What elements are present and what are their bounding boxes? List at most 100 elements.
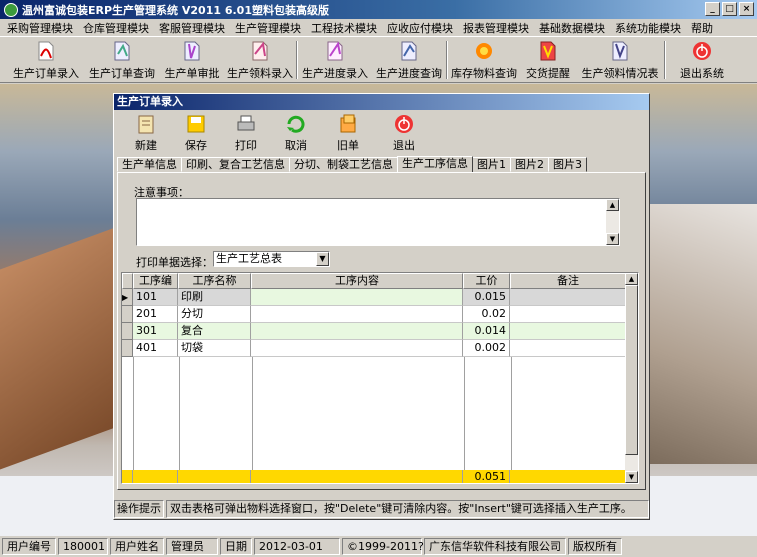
cell-process-no[interactable]: 101: [133, 289, 178, 306]
cell-process-name[interactable]: 复合: [178, 323, 251, 340]
order-approval-button[interactable]: 生产单审批: [160, 39, 224, 81]
order-entry-button[interactable]: 生产订单录入: [10, 39, 82, 81]
menu-reports[interactable]: 报表管理模块: [458, 20, 534, 36]
cell-process-content[interactable]: [251, 306, 463, 323]
scroll-up-arrow-icon[interactable]: ▲: [625, 273, 638, 285]
menu-help[interactable]: 帮助: [686, 20, 718, 36]
chevron-down-icon[interactable]: ▼: [316, 252, 329, 266]
cell-process-no[interactable]: 301: [133, 323, 178, 340]
approve-document-icon: [184, 41, 200, 61]
cell-process-no[interactable]: 401: [133, 340, 178, 357]
col-remarks[interactable]: 备注: [510, 273, 626, 289]
exit-system-button[interactable]: 退出系统: [674, 39, 730, 81]
status-user-name-label: 用户姓名: [110, 538, 164, 555]
tab-image-1[interactable]: 图片1: [472, 157, 511, 172]
progress-query-button[interactable]: 生产进度查询: [376, 39, 442, 81]
menu-system[interactable]: 系统功能模块: [610, 20, 686, 36]
table-row[interactable]: 201 分切 0.02: [122, 306, 626, 323]
total-cell: [133, 470, 178, 483]
col-process-content[interactable]: 工序内容: [251, 273, 463, 289]
grid-scrollbar[interactable]: ▲ ▼: [625, 273, 638, 483]
new-button[interactable]: 新建: [123, 113, 169, 153]
child-toolbar: 新建 保存 打印 取消 旧单 退出: [115, 111, 648, 153]
print-button[interactable]: 打印: [223, 113, 269, 153]
new-document-icon: [138, 115, 154, 134]
cell-remarks[interactable]: [510, 306, 626, 323]
cell-unit-price[interactable]: 0.014: [463, 323, 510, 340]
printer-icon: [237, 115, 255, 131]
cell-process-content[interactable]: [251, 323, 463, 340]
cell-process-no[interactable]: 201: [133, 306, 178, 323]
grid-total-row: 0.051: [122, 470, 626, 483]
exit-icon: [693, 42, 711, 60]
tab-image-3[interactable]: 图片3: [548, 157, 587, 172]
cancel-button[interactable]: 取消: [273, 113, 319, 153]
menu-production[interactable]: 生产管理模块: [230, 20, 306, 36]
scroll-up-arrow-icon[interactable]: ▲: [606, 199, 619, 211]
status-company: 广东信华软件科技有限公司: [424, 538, 566, 555]
delivery-reminder-button[interactable]: 交货提醒: [522, 39, 574, 81]
menu-warehouse[interactable]: 仓库管理模块: [78, 20, 154, 36]
status-rights: 版权所有: [568, 538, 622, 555]
col-process-no[interactable]: 工序编号: [133, 273, 178, 301]
old-orders-icon: [340, 114, 356, 133]
cell-unit-price[interactable]: 0.015: [463, 289, 510, 306]
cell-process-name[interactable]: 印刷: [178, 289, 251, 306]
column-divider: [252, 357, 253, 470]
notes-textarea[interactable]: ▲ ▼: [136, 198, 620, 246]
col-unit-price[interactable]: 工价: [463, 273, 510, 289]
minimize-button[interactable]: _: [705, 2, 720, 16]
menu-receivables[interactable]: 应收应付模块: [382, 20, 458, 36]
progress-entry-button[interactable]: 生产进度录入: [300, 39, 370, 81]
tab-order-info[interactable]: 生产单信息: [117, 157, 182, 172]
order-query-button[interactable]: 生产订单查询: [86, 39, 158, 81]
cell-remarks[interactable]: [510, 340, 626, 357]
cell-process-name[interactable]: 分切: [178, 306, 251, 323]
tab-image-2[interactable]: 图片2: [510, 157, 549, 172]
exit-icon: [395, 115, 413, 133]
menu-engineering[interactable]: 工程技术模块: [306, 20, 382, 36]
window-title: 温州富诚包装ERP生产管理系统 V2011 6.01塑料包装高级版: [22, 3, 329, 17]
cell-process-content[interactable]: [251, 289, 463, 306]
column-divider: [511, 357, 512, 470]
material-pickup-icon: [252, 41, 268, 61]
material-pickup-button[interactable]: 生产领料录入: [226, 39, 294, 81]
material-report-button[interactable]: 生产领料情况表: [580, 39, 660, 81]
document-search-icon: [114, 41, 130, 61]
exit-button[interactable]: 退出: [381, 113, 427, 153]
save-icon: [187, 115, 205, 133]
scroll-down-arrow-icon[interactable]: ▼: [625, 471, 638, 483]
tab-slitting-bagging[interactable]: 分切、制袋工艺信息: [289, 157, 398, 172]
col-process-name[interactable]: 工序名称: [178, 273, 251, 289]
old-orders-button[interactable]: 旧单: [325, 113, 371, 153]
table-row[interactable]: ▶ 101 印刷 0.015: [122, 289, 626, 306]
maximize-button[interactable]: □: [722, 2, 737, 16]
cell-process-content[interactable]: [251, 340, 463, 357]
cell-unit-price[interactable]: 0.02: [463, 306, 510, 323]
app-icon: [4, 2, 18, 17]
process-panel: 注意事项： ▲ ▼ 打印单据选择： 生产工艺总表 ▼ 工序编号 工序名称 工序内…: [117, 172, 646, 490]
save-button[interactable]: 保存: [173, 113, 219, 153]
close-button[interactable]: ×: [739, 2, 754, 16]
cell-unit-price[interactable]: 0.002: [463, 340, 510, 357]
toolbar-separator: [296, 41, 298, 79]
menu-purchase[interactable]: 采购管理模块: [2, 20, 78, 36]
table-row[interactable]: 401 切袋 0.002: [122, 340, 626, 357]
cancel-icon: [287, 115, 305, 133]
cell-remarks[interactable]: [510, 323, 626, 340]
menu-base-data[interactable]: 基础数据模块: [534, 20, 610, 36]
main-toolbar: 生产订单录入 生产订单查询 生产单审批 生产领料录入 生产进度录入 生产进度查询…: [0, 36, 757, 83]
notes-scrollbar[interactable]: ▲ ▼: [606, 199, 619, 245]
inventory-query-button[interactable]: 库存物料查询: [450, 39, 518, 81]
cell-remarks[interactable]: [510, 289, 626, 306]
scroll-down-arrow-icon[interactable]: ▼: [606, 233, 619, 245]
table-row[interactable]: 301 复合 0.014: [122, 323, 626, 340]
cell-process-name[interactable]: 切袋: [178, 340, 251, 357]
menu-customer-service[interactable]: 客服管理模块: [154, 20, 230, 36]
tab-process-info[interactable]: 生产工序信息: [397, 156, 473, 172]
scroll-thumb[interactable]: [625, 285, 638, 455]
status-bar: 用户编号 180001 用户姓名 管理员 日期 2012-03-01 ©1999…: [0, 536, 757, 557]
tab-print-lamination[interactable]: 印刷、复合工艺信息: [181, 157, 290, 172]
title-bar: 温州富诚包装ERP生产管理系统 V2011 6.01塑料包装高级版 _ □ ×: [0, 0, 757, 19]
print-select[interactable]: 生产工艺总表 ▼: [213, 251, 330, 267]
